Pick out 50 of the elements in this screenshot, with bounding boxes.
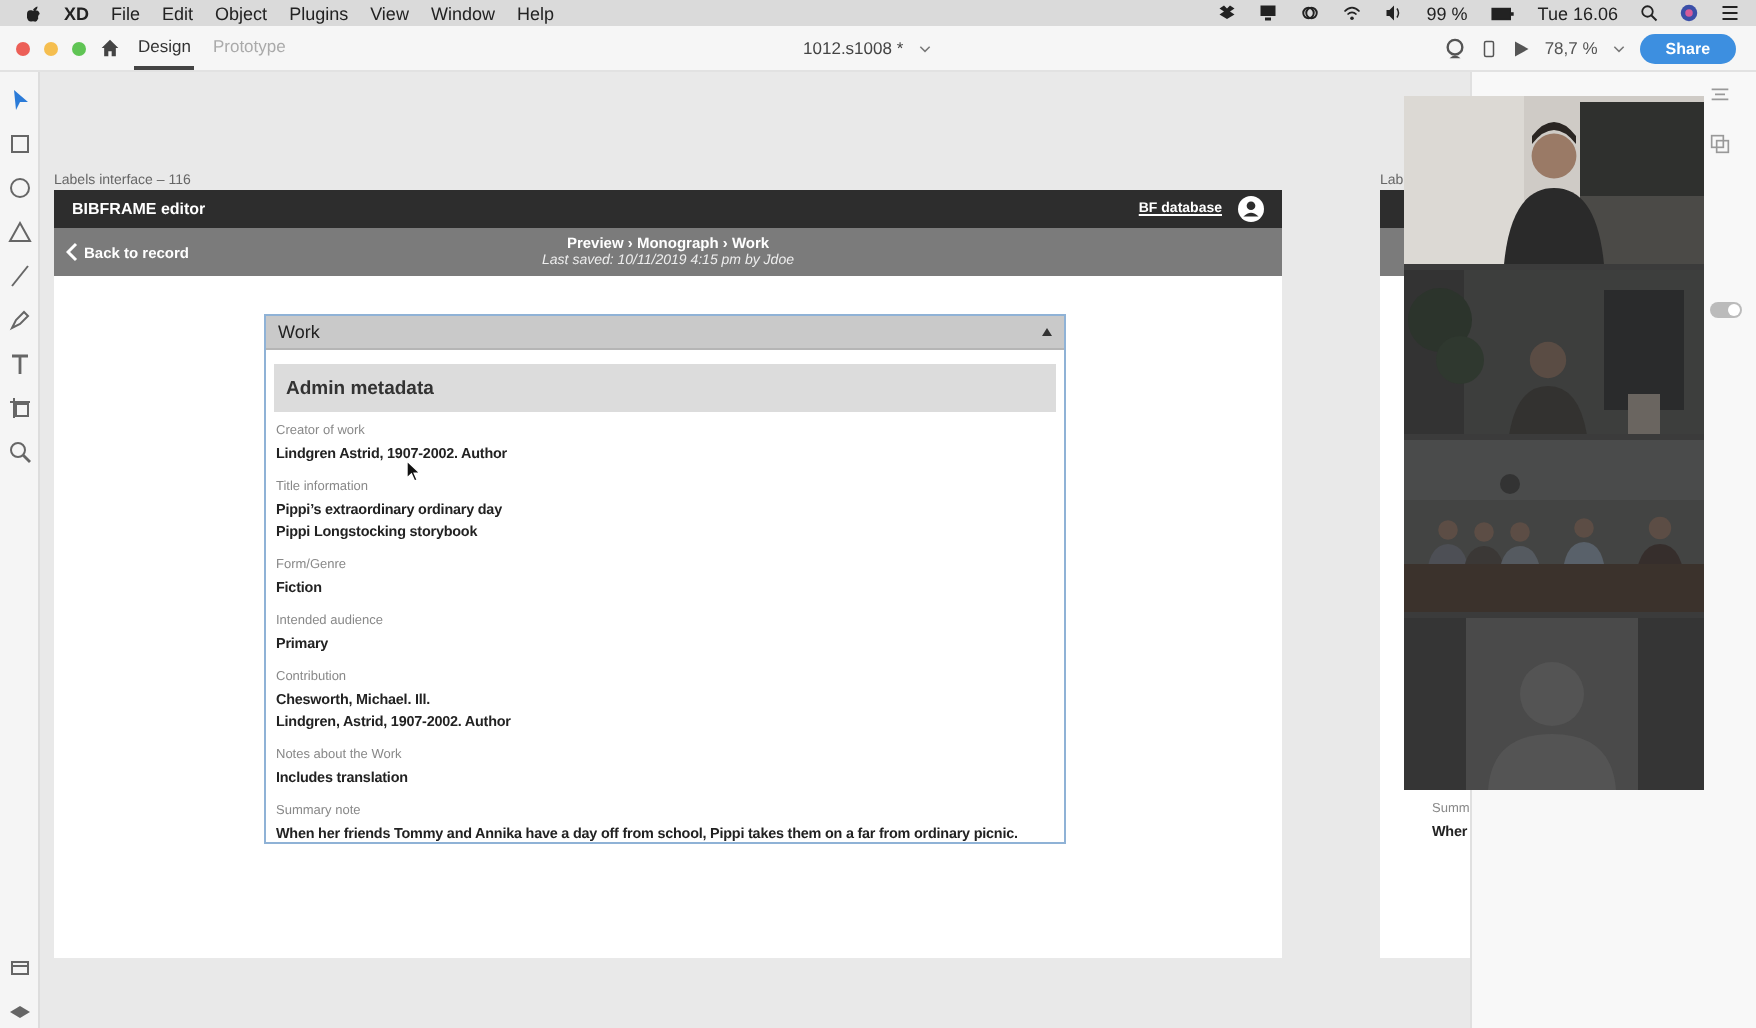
rings-icon[interactable] [1300, 4, 1321, 22]
caret-icon[interactable] [1042, 328, 1052, 336]
clock[interactable]: Tue 16.06 [1537, 3, 1618, 23]
app-menu[interactable]: XD [64, 3, 90, 23]
menu-item[interactable]: Help [516, 3, 554, 23]
line-icon[interactable] [7, 264, 31, 288]
layers-icon[interactable] [7, 1000, 31, 1024]
home-icon[interactable] [100, 38, 120, 58]
menu-item[interactable]: Object [215, 3, 268, 23]
phone-icon[interactable] [1480, 37, 1499, 59]
menu-item[interactable]: File [111, 3, 141, 23]
caret-icon[interactable] [1611, 41, 1626, 55]
menu-item[interactable]: Plugins [289, 3, 349, 23]
monitor-icon[interactable] [1258, 4, 1279, 22]
box-icon[interactable] [1218, 4, 1237, 22]
speaker-icon[interactable] [1384, 4, 1405, 22]
menu-item[interactable]: Edit [162, 3, 194, 23]
toggle-switch[interactable] [1710, 302, 1742, 318]
chevron-icon [66, 242, 78, 262]
pen-icon[interactable] [7, 308, 31, 332]
duplicate-icon[interactable] [1710, 134, 1730, 154]
person-icon[interactable] [1444, 37, 1467, 59]
text-icon[interactable] [7, 352, 31, 376]
panel-header[interactable]: Work [266, 316, 1064, 350]
document-title[interactable]: 1012.s1008 * [803, 38, 904, 58]
user-icon[interactable] [1238, 196, 1264, 222]
search-icon[interactable] [1640, 4, 1658, 22]
cursor-icon [406, 460, 422, 482]
section-heading: Admin metadata [274, 364, 1056, 412]
menu-item[interactable]: View [370, 3, 409, 23]
panel-title: Work [278, 322, 320, 342]
rectangle-icon[interactable] [7, 132, 31, 156]
apple-icon[interactable] [24, 3, 42, 23]
play-icon[interactable] [1512, 39, 1531, 57]
caret-icon[interactable] [917, 41, 932, 55]
assets-icon[interactable] [7, 956, 31, 980]
ellipse-icon[interactable] [7, 176, 31, 200]
menu-item[interactable]: Window [430, 3, 495, 23]
triangle-icon[interactable] [7, 220, 31, 244]
zoom-level[interactable]: 78,7 % [1544, 38, 1598, 58]
orb-icon[interactable] [1680, 4, 1698, 22]
zoom-icon[interactable] [7, 440, 31, 464]
battery-percent: 99 % [1426, 3, 1468, 23]
wifi-icon[interactable] [1342, 4, 1363, 22]
list-icon[interactable] [1720, 4, 1740, 22]
artboard-icon[interactable] [7, 396, 31, 420]
battery-icon[interactable] [1489, 5, 1516, 21]
close-button[interactable] [16, 41, 30, 55]
app-title: BIBFRAME editor [72, 200, 206, 218]
align-icon[interactable] [1710, 86, 1730, 106]
